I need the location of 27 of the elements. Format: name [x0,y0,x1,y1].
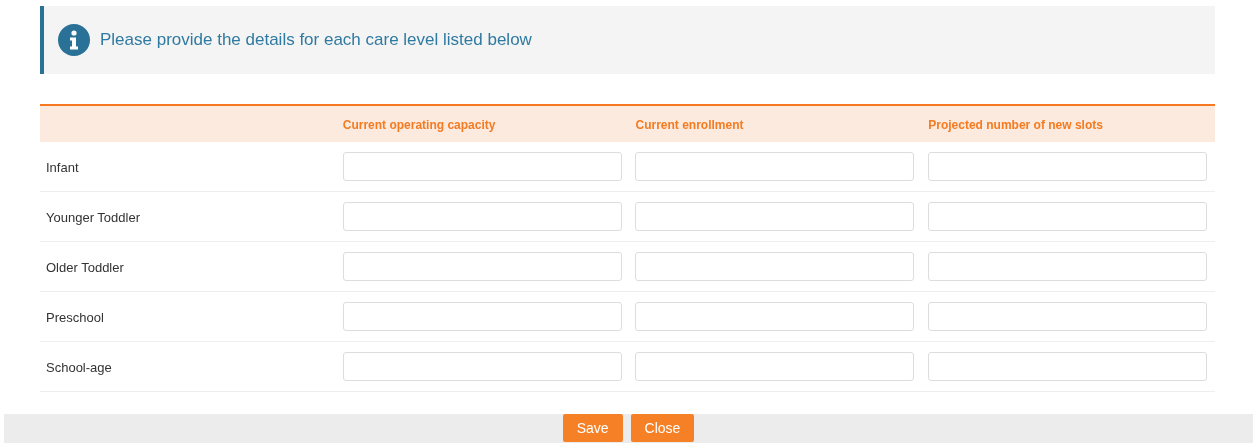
input-field[interactable] [342,152,622,181]
row-label: School-age [46,359,112,375]
input-field[interactable] [635,252,915,281]
input-field[interactable] [928,252,1208,281]
input-field[interactable] [635,152,915,181]
row-label: Older Toddler [46,259,124,275]
action-button[interactable]: Close [630,414,695,442]
info-message: Please provide the details for each care level listed below [100,30,532,50]
column-header: Projected number of new slots [928,118,1103,132]
input-field[interactable] [928,152,1208,181]
row-label: Infant [46,159,79,175]
input-field[interactable] [928,352,1208,381]
column-header: Current operating capacity [342,118,496,132]
action-button[interactable]: Save [562,414,623,442]
input-field[interactable] [342,202,622,231]
input-field[interactable] [635,202,915,231]
info-icon [58,24,90,56]
input-field[interactable] [635,352,915,381]
input-field[interactable] [635,302,915,331]
input-field[interactable] [342,302,622,331]
input-field[interactable] [928,202,1208,231]
input-field[interactable] [928,302,1208,331]
input-field[interactable] [342,352,622,381]
input-field[interactable] [342,252,622,281]
row-label: Preschool [46,309,104,325]
column-header: Current enrollment [635,118,744,132]
row-label: Younger Toddler [46,209,140,225]
